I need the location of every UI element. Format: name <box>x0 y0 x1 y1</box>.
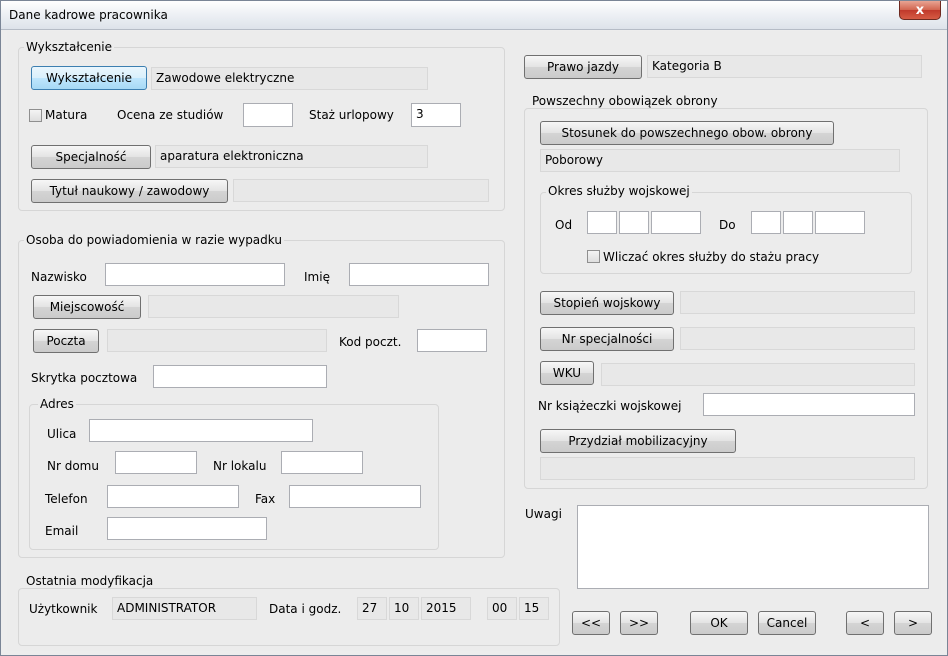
specialty-number-value <box>680 327 915 350</box>
street-input[interactable] <box>89 419 313 442</box>
academic-title-value <box>233 179 489 202</box>
postcode-input[interactable] <box>417 329 487 352</box>
last-modified-group <box>18 588 560 646</box>
military-group-title: Powszechny obowiązek obrony <box>530 94 720 108</box>
military-relation-button[interactable]: Stosunek do powszechnego obow. obrony <box>540 121 834 145</box>
seniority-label: Staż urlopowy <box>309 108 394 122</box>
next-button[interactable]: > <box>894 611 932 635</box>
service-to-month[interactable] <box>783 211 813 234</box>
first-name-label: Imię <box>304 270 330 284</box>
mobilization-button[interactable]: Przydział mobilizacyjny <box>540 429 736 453</box>
last-modified-group-title: Ostatnia modyfikacja <box>24 574 156 588</box>
service-to-label: Do <box>719 218 736 232</box>
military-booklet-label: Nr książeczki wojskowej <box>538 399 682 413</box>
previous-button[interactable]: < <box>846 611 884 635</box>
driving-license-button[interactable]: Prawo jazdy <box>524 55 642 79</box>
hour-value: 00 <box>487 597 517 620</box>
user-label: Użytkownik <box>29 602 98 616</box>
military-booklet-input[interactable] <box>703 393 915 416</box>
service-from-label: Od <box>555 218 573 232</box>
first-name-input[interactable] <box>349 263 489 286</box>
employee-dialog: Dane kadrowe pracownika x Wykształcenie … <box>0 0 948 656</box>
cancel-button[interactable]: Cancel <box>758 611 816 635</box>
email-label: Email <box>45 524 79 538</box>
close-button[interactable]: x <box>899 1 941 20</box>
post-office-button[interactable]: Poczta <box>33 329 99 353</box>
education-value: Zawodowe elektryczne <box>151 67 428 90</box>
last-record-button[interactable]: >> <box>620 611 658 635</box>
year-value: 2015 <box>421 597 471 620</box>
include-service-label: Wliczać okres służby do stażu pracy <box>603 250 820 264</box>
phone-input[interactable] <box>107 485 239 508</box>
seniority-input[interactable]: 3 <box>411 103 461 127</box>
service-to-year[interactable] <box>815 211 865 234</box>
email-input[interactable] <box>107 517 267 540</box>
matura-checkbox[interactable] <box>29 109 42 122</box>
day-value: 27 <box>357 597 387 620</box>
wku-button[interactable]: WKU <box>540 361 594 385</box>
military-relation-value: Poborowy <box>540 149 900 172</box>
dialog-body: Wykształcenie Wykształcenie Zawodowe ele… <box>7 31 941 651</box>
military-rank-button[interactable]: Stopień wojskowy <box>540 291 674 315</box>
minute-value: 15 <box>519 597 549 620</box>
mobilization-value <box>540 457 915 480</box>
driving-license-value: Kategoria B <box>647 55 922 78</box>
specialty-number-button[interactable]: Nr specjalności <box>540 327 674 351</box>
first-record-button[interactable]: << <box>572 611 610 635</box>
grade-label: Ocena ze studiów <box>117 108 224 122</box>
pobox-input[interactable] <box>153 365 327 388</box>
phone-label: Telefon <box>45 492 88 506</box>
service-period-group-title: Okres służby wojskowej <box>546 184 692 198</box>
post-office-value <box>107 329 327 352</box>
service-from-year[interactable] <box>651 211 701 234</box>
flat-number-input[interactable] <box>281 451 363 474</box>
house-number-input[interactable] <box>115 451 197 474</box>
military-rank-value <box>680 291 915 314</box>
service-from-day[interactable] <box>587 211 617 234</box>
flat-number-label: Nr lokalu <box>213 459 267 473</box>
notes-label: Uwagi <box>525 507 562 521</box>
city-button[interactable]: Miejscowość <box>33 295 141 319</box>
month-value: 10 <box>389 597 419 620</box>
fax-label: Fax <box>255 492 276 506</box>
street-label: Ulica <box>47 427 77 441</box>
pobox-label: Skrytka pocztowa <box>31 371 138 385</box>
surname-label: Nazwisko <box>31 270 87 284</box>
fax-input[interactable] <box>289 485 421 508</box>
user-value: ADMINISTRATOR <box>112 597 257 620</box>
postcode-label: Kod poczt. <box>339 335 402 349</box>
emergency-group-title: Osoba do powiadomienia w razie wypadku <box>24 233 284 247</box>
close-icon: x <box>915 2 925 18</box>
title-bar: Dane kadrowe pracownika x <box>1 1 947 30</box>
house-number-label: Nr domu <box>47 459 99 473</box>
city-value <box>148 295 399 318</box>
notes-textarea[interactable] <box>577 505 929 589</box>
window-title: Dane kadrowe pracownika <box>9 8 168 22</box>
academic-title-button[interactable]: Tytuł naukowy / zawodowy <box>31 179 228 203</box>
service-to-day[interactable] <box>751 211 781 234</box>
specialty-value: aparatura elektroniczna <box>155 145 428 168</box>
address-group-title: Adres <box>38 397 76 411</box>
wku-value <box>601 363 915 386</box>
grade-input[interactable] <box>243 103 293 127</box>
include-service-checkbox[interactable] <box>587 250 600 263</box>
matura-label: Matura <box>45 108 88 122</box>
education-button[interactable]: Wykształcenie <box>31 66 147 90</box>
specialty-button[interactable]: Specjalność <box>31 145 151 169</box>
datetime-label: Data i godz. <box>269 602 342 616</box>
surname-input[interactable] <box>105 263 285 286</box>
ok-button[interactable]: OK <box>690 611 748 635</box>
education-group-title: Wykształcenie <box>24 40 115 54</box>
service-from-month[interactable] <box>619 211 649 234</box>
